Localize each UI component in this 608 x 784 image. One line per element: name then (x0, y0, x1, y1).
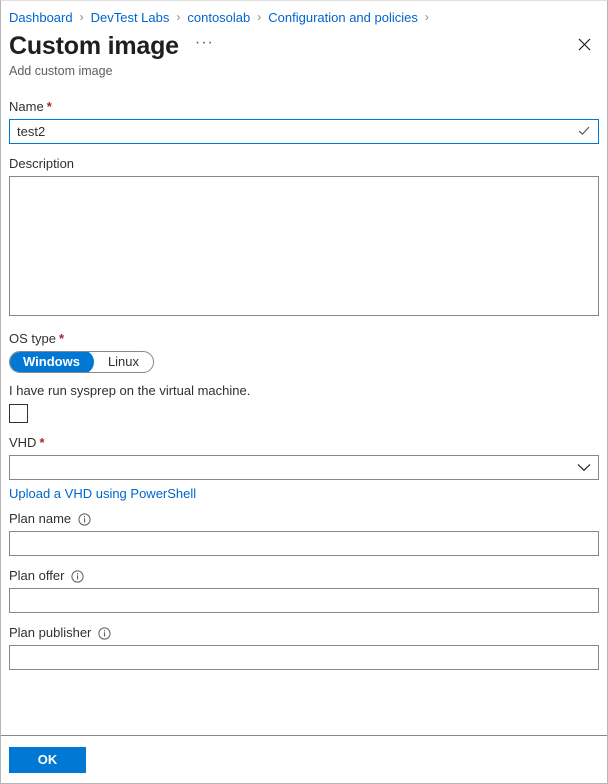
field-vhd: VHD * Upload a VHD using PowerShell (9, 435, 599, 501)
sysprep-label: I have run sysprep on the virtual machin… (9, 383, 251, 398)
breadcrumb-item-dashboard[interactable]: Dashboard (9, 10, 73, 25)
more-options-icon[interactable]: ··· (191, 34, 218, 58)
sysprep-checkbox[interactable] (9, 404, 28, 423)
field-plan-publisher: Plan publisher (9, 625, 599, 670)
label-description-text: Description (9, 156, 75, 171)
label-name: Name * (9, 99, 599, 115)
breadcrumb-separator: › (257, 10, 262, 24)
plan-name-input[interactable] (9, 531, 599, 556)
description-textarea[interactable] (9, 176, 599, 316)
breadcrumb-separator: › (176, 10, 181, 24)
label-os-type: OS type * (9, 331, 599, 347)
custom-image-blade: Dashboard › DevTest Labs › contosolab › … (0, 0, 608, 784)
plan-publisher-input[interactable] (9, 645, 599, 670)
page-title: Custom image (9, 32, 179, 60)
os-type-option-windows[interactable]: Windows (10, 352, 94, 372)
required-asterisk: * (58, 331, 65, 346)
form-body: Name * Description OS type (1, 85, 607, 735)
close-icon (578, 38, 591, 54)
breadcrumb-item-devtest-labs[interactable]: DevTest Labs (91, 10, 170, 25)
required-asterisk: * (46, 99, 52, 114)
label-plan-publisher-text: Plan publisher (9, 625, 92, 640)
page-subtitle: Add custom image (9, 64, 113, 78)
label-vhd: VHD * (9, 435, 599, 451)
ok-button[interactable]: OK (9, 746, 86, 773)
upload-vhd-powershell-link[interactable]: Upload a VHD using PowerShell (9, 486, 196, 501)
label-plan-name: Plan name (9, 511, 599, 527)
info-icon[interactable] (98, 626, 111, 640)
field-description: Description (9, 156, 599, 319)
label-plan-offer: Plan offer (9, 568, 599, 584)
field-plan-offer: Plan offer (9, 568, 599, 613)
chevron-down-icon (577, 463, 591, 472)
label-plan-publisher: Plan publisher (9, 625, 599, 641)
label-name-text: Name (9, 99, 44, 114)
plan-offer-input[interactable] (9, 588, 599, 613)
field-sysprep: I have run sysprep on the virtual machin… (9, 383, 599, 423)
field-name: Name * (9, 99, 599, 144)
label-plan-offer-text: Plan offer (9, 568, 65, 583)
field-plan-name: Plan name (9, 511, 599, 556)
name-input[interactable] (9, 119, 599, 144)
name-input-wrap (9, 119, 599, 144)
label-os-type-text: OS type (9, 331, 56, 346)
close-button[interactable] (569, 31, 599, 61)
breadcrumb-item-contosolab[interactable]: contosolab (187, 10, 250, 25)
info-icon[interactable] (78, 512, 91, 526)
os-type-option-linux[interactable]: Linux (94, 352, 153, 372)
os-type-toggle[interactable]: Windows Linux (9, 351, 155, 373)
breadcrumb-item-configuration-and-policies[interactable]: Configuration and policies (268, 10, 418, 25)
label-vhd-text: VHD (9, 435, 37, 450)
field-os-type: OS type * Windows Linux (9, 331, 599, 373)
label-description: Description (9, 156, 599, 172)
required-asterisk: * (39, 435, 45, 450)
breadcrumb: Dashboard › DevTest Labs › contosolab › … (1, 1, 607, 27)
info-icon[interactable] (71, 569, 85, 583)
label-plan-name-text: Plan name (9, 511, 72, 526)
vhd-dropdown[interactable] (9, 455, 599, 480)
blade-footer: OK (1, 735, 607, 783)
breadcrumb-separator: › (79, 10, 84, 24)
breadcrumb-separator-trailing: › (424, 10, 429, 24)
blade-header: Custom image ··· (1, 27, 607, 63)
